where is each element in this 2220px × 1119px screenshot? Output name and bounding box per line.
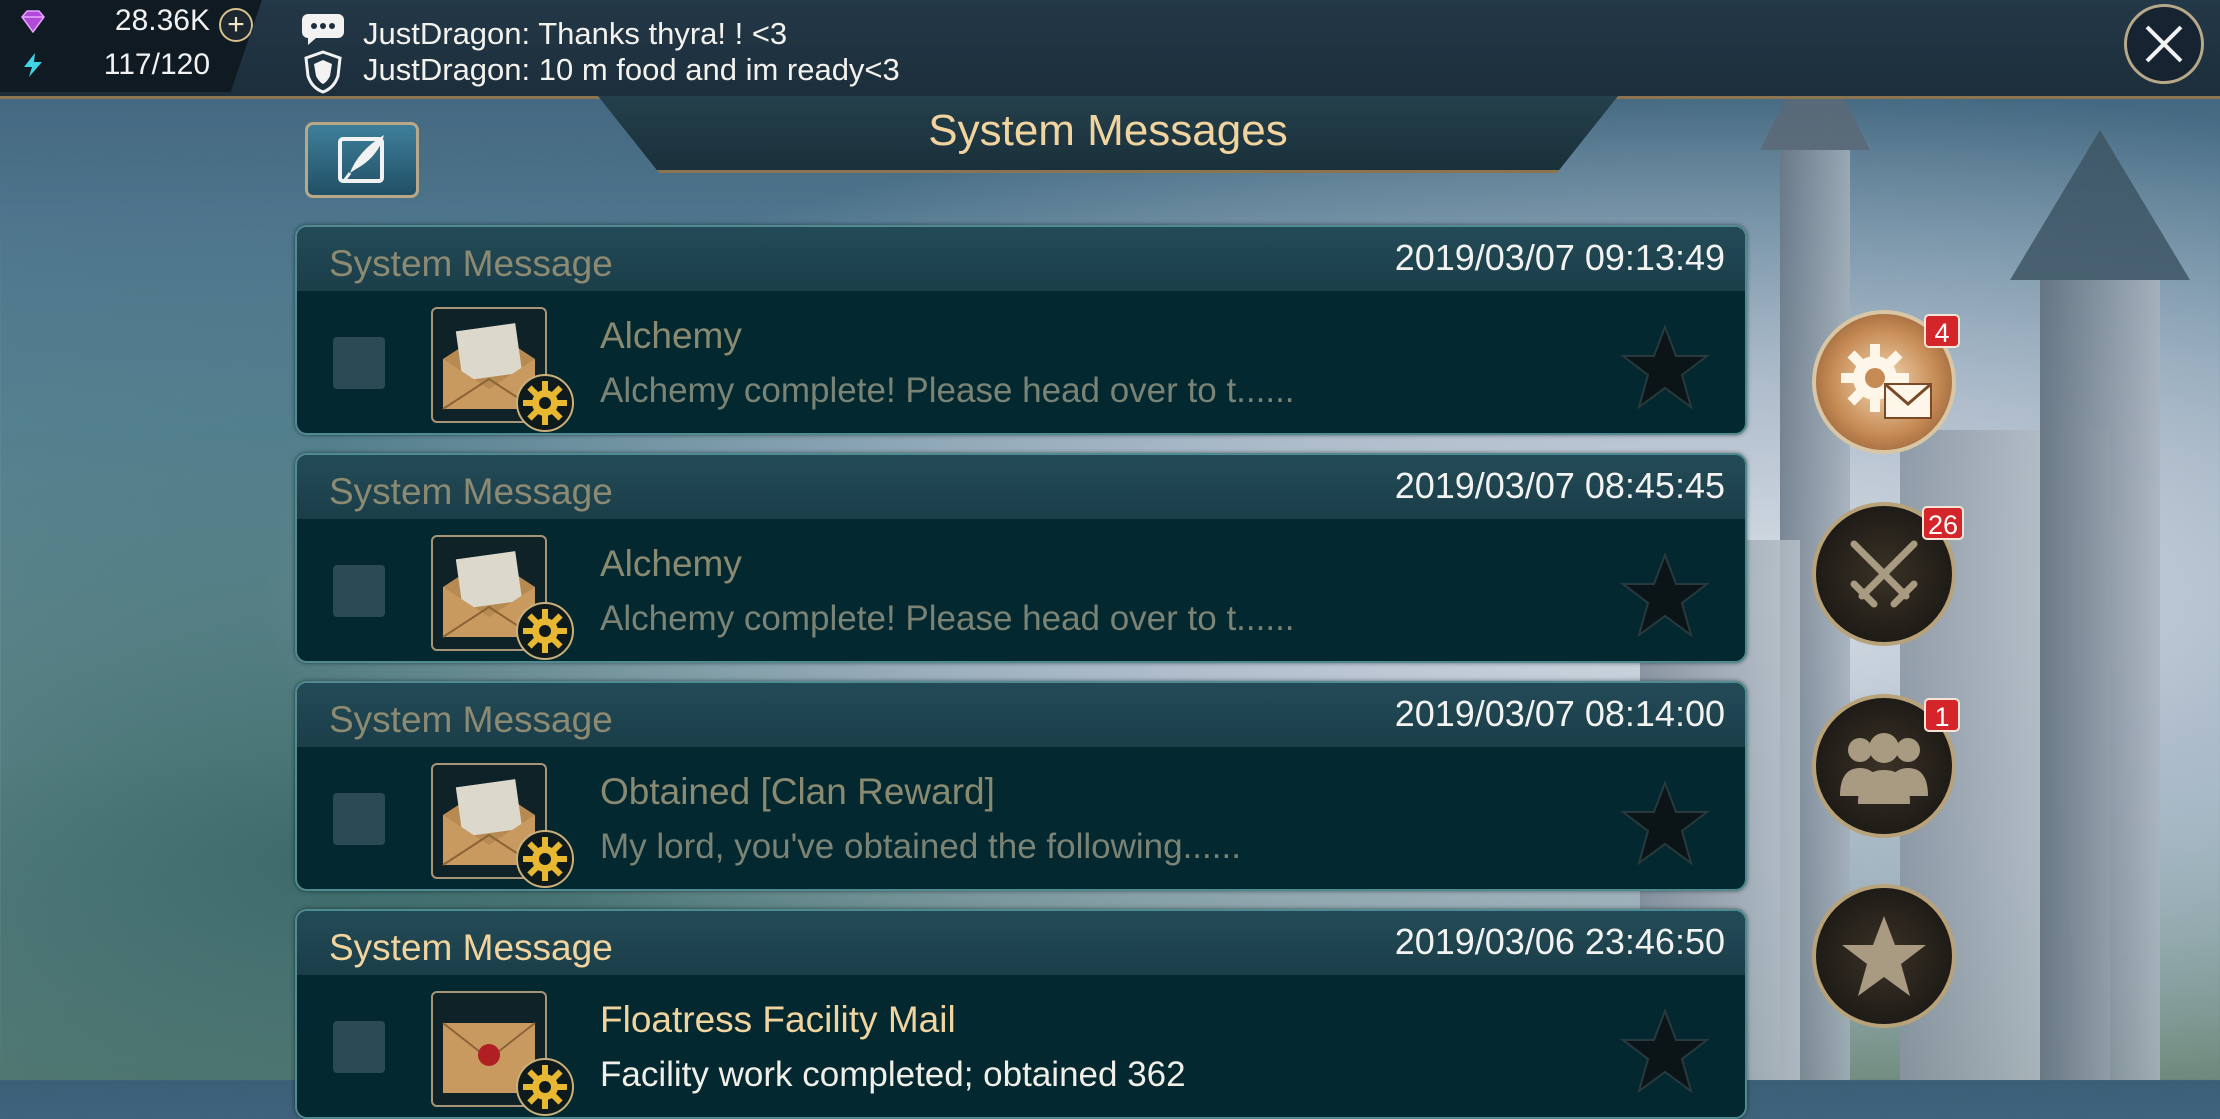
mail-sender: System Message <box>329 927 613 968</box>
mail-item-header: System Message 2019/03/07 08:14:00 <box>297 683 1745 747</box>
favorite-star-button[interactable] <box>1619 779 1711 867</box>
mail-sender: System Message <box>329 471 613 512</box>
mail-item[interactable]: System Message 2019/03/07 08:45:45 Alche… <box>295 453 1747 663</box>
resource-panel: 28.36K + 117/120 <box>0 0 262 92</box>
gear-icon <box>516 1058 574 1116</box>
select-checkbox[interactable] <box>333 793 385 845</box>
mail-preview: My lord, you've obtained the following..… <box>600 827 1241 866</box>
mail-preview: Alchemy complete! Please head over to t.… <box>600 599 1295 638</box>
mail-item-header: System Message 2019/03/06 23:46:50 <box>297 911 1745 975</box>
mail-item[interactable]: System Message 2019/03/06 23:46:50 Float… <box>295 909 1747 1119</box>
shield-icon <box>304 50 342 94</box>
tab-system-mail[interactable]: 4 <box>1812 310 1960 454</box>
mail-preview: Facility work completed; obtained 362 <box>600 1055 1186 1094</box>
star-icon <box>1842 916 1926 996</box>
favorite-star-button[interactable] <box>1619 551 1711 639</box>
mail-timestamp: 2019/03/07 08:14:00 <box>1394 693 1725 734</box>
mail-timestamp: 2019/03/07 09:13:49 <box>1394 237 1725 278</box>
add-gems-button[interactable]: + <box>219 8 253 42</box>
favorite-star-button[interactable] <box>1619 1007 1711 1095</box>
tab-favorites[interactable] <box>1812 884 1956 1028</box>
gem-count: 28.36K <box>114 4 210 37</box>
stamina-count: 117/120 <box>103 48 210 81</box>
unread-count-badge: 26 <box>1922 506 1965 540</box>
mail-item-header: System Message 2019/03/07 08:45:45 <box>297 455 1745 519</box>
tab-battle-reports[interactable]: 26 <box>1812 502 1965 646</box>
mail-subject: Obtained [Clan Reward] <box>600 771 995 812</box>
tab-clan-mail[interactable]: 1 <box>1812 694 1960 838</box>
unread-count-badge: 1 <box>1924 698 1960 732</box>
page-title: System Messages <box>928 106 1288 155</box>
gem-icon <box>21 10 45 34</box>
mail-item-header: System Message 2019/03/07 09:13:49 <box>297 227 1745 291</box>
compose-mail-button[interactable] <box>305 122 419 198</box>
mail-subject: Floatress Facility Mail <box>600 999 956 1040</box>
select-checkbox[interactable] <box>333 337 385 389</box>
select-checkbox[interactable] <box>333 565 385 617</box>
crossed-swords-icon <box>1850 540 1918 608</box>
mail-timestamp: 2019/03/06 23:46:50 <box>1394 921 1725 962</box>
mail-preview: Alchemy complete! Please head over to t.… <box>600 371 1295 410</box>
mail-item[interactable]: System Message 2019/03/07 09:13:49 Alche… <box>295 225 1747 435</box>
close-button[interactable] <box>2124 4 2204 84</box>
gear-icon <box>516 374 574 432</box>
gear-mail-icon <box>1841 344 1932 419</box>
quill-icon <box>338 135 384 183</box>
title-banner: System Messages <box>598 96 1618 173</box>
mail-item[interactable]: System Message 2019/03/07 08:14:00 Obtai… <box>295 681 1747 891</box>
chat-bubble-icon <box>302 14 344 45</box>
top-bar: 28.36K + 117/120 JustDragon: Thanks thyr… <box>0 0 2220 99</box>
favorite-star-button[interactable] <box>1619 323 1711 411</box>
lightning-icon <box>24 53 42 77</box>
mail-subject: Alchemy <box>600 315 742 356</box>
group-icon <box>1840 733 1928 804</box>
castle-spire <box>2010 130 2190 1080</box>
unread-count-badge: 4 <box>1924 314 1960 348</box>
close-icon <box>2145 25 2183 63</box>
chat-line: JustDragon: 10 m food and im ready<3 <box>363 52 900 87</box>
stamina-counter: 117/120 <box>20 48 210 81</box>
mail-timestamp: 2019/03/07 08:45:45 <box>1394 465 1725 506</box>
select-checkbox[interactable] <box>333 1021 385 1073</box>
mail-subject: Alchemy <box>600 543 742 584</box>
gem-counter: 28.36K <box>20 4 210 37</box>
chat-line: JustDragon: Thanks thyra! ! <3 <box>363 16 788 51</box>
mail-sender: System Message <box>329 699 613 740</box>
gear-icon <box>516 830 574 888</box>
mail-sender: System Message <box>329 243 613 284</box>
gear-icon <box>516 602 574 660</box>
